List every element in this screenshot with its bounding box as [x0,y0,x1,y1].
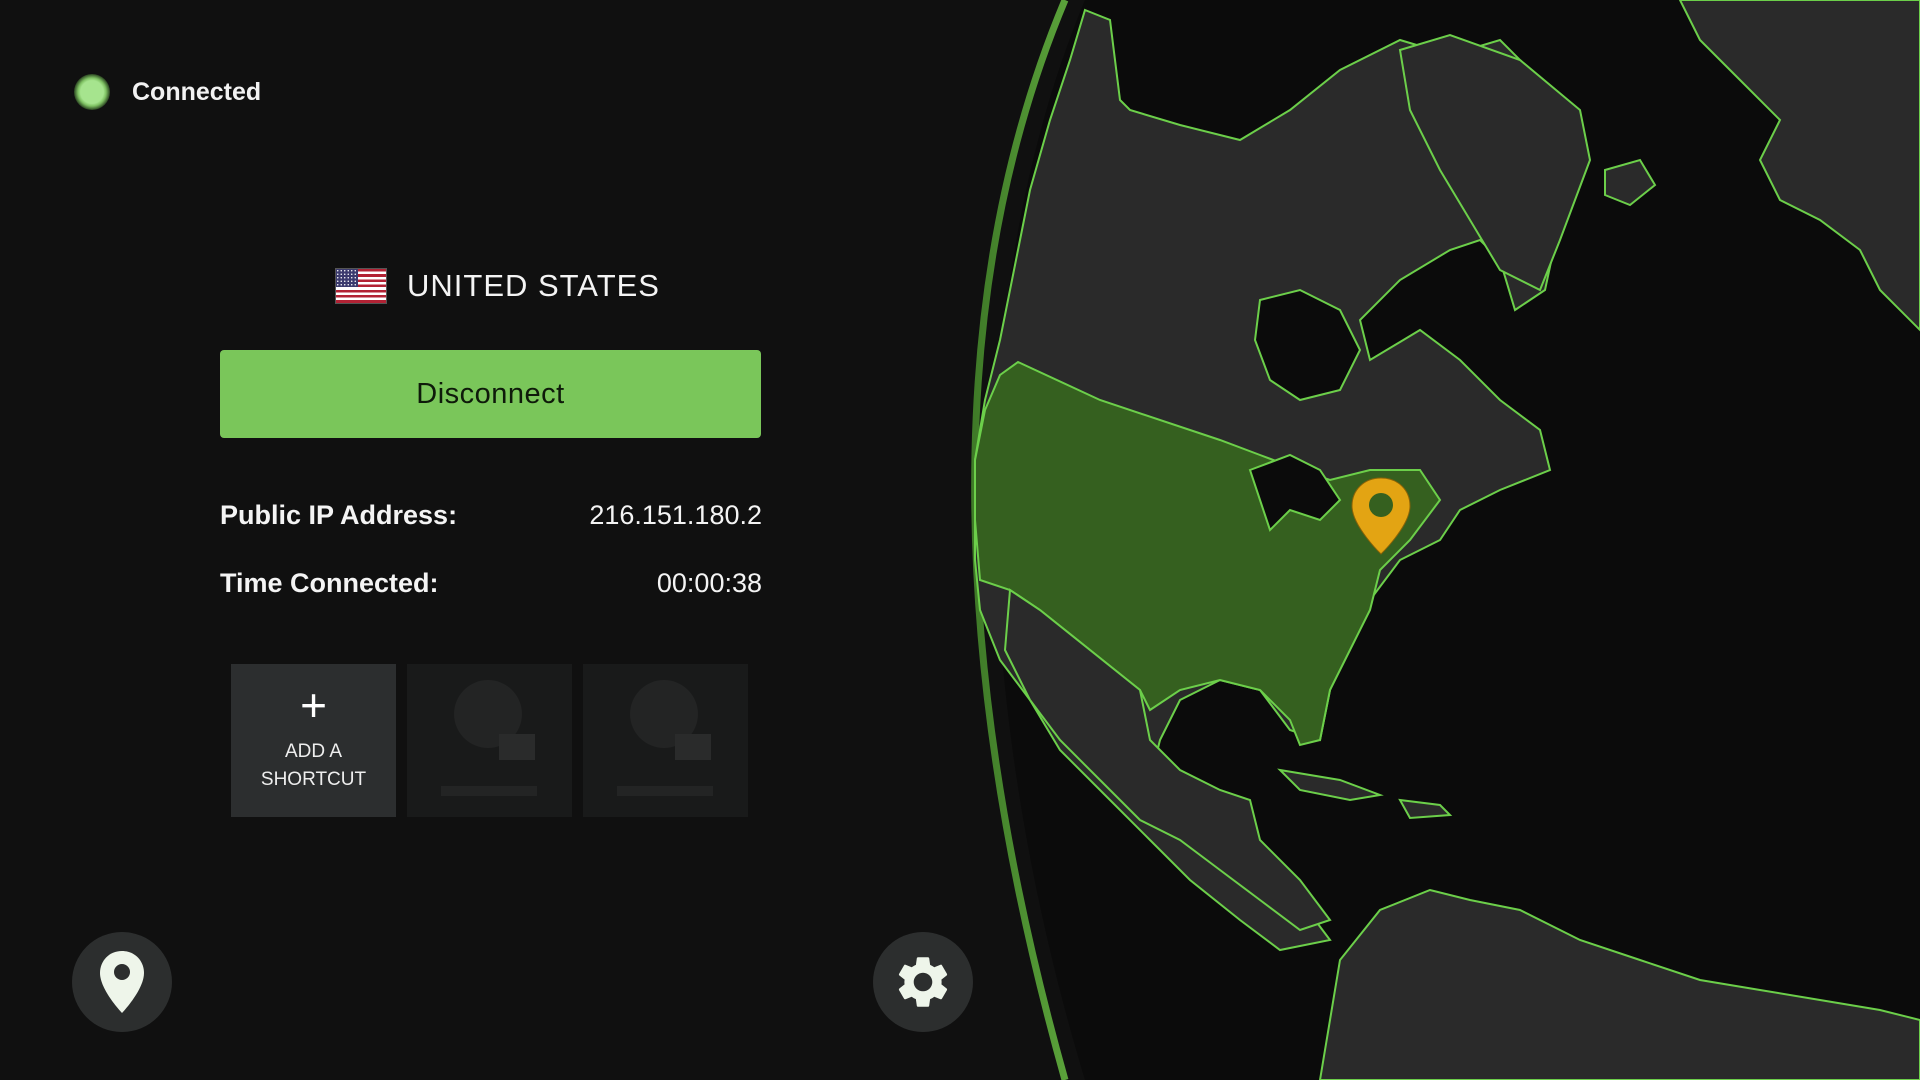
us-flag-icon [335,268,387,304]
gear-icon [898,957,948,1007]
land-europe [1678,0,1920,332]
land-hispaniola [1398,798,1453,820]
time-connected-row: Time Connected: 00:00:38 [220,568,762,599]
shortcut-placeholder [583,664,748,817]
time-connected-label: Time Connected: [220,568,439,598]
land-north-america [974,8,1587,952]
locations-button[interactable] [72,932,172,1032]
add-shortcut-label: ADD A SHORTCUT [260,741,367,790]
public-ip-row: Public IP Address: 216.151.180.2 [220,500,762,531]
status-label: Connected [132,77,262,106]
connection-status: Connected [74,74,261,110]
land-iceland [1604,158,1657,207]
settings-button[interactable] [873,932,973,1032]
land-south-america [1318,888,1920,1080]
add-shortcut-button[interactable]: + ADD A SHORTCUT [231,664,396,817]
plus-icon: + [300,679,327,731]
country-name: UNITED STATES [407,268,660,303]
selected-location: UNITED STATES [335,268,660,304]
shortcuts-row: + ADD A SHORTCUT [231,664,748,817]
land-cuba [1277,768,1384,802]
shortcut-placeholder [407,664,572,817]
status-indicator-icon [74,74,110,110]
time-connected-value: 00:00:38 [656,568,762,598]
disconnect-button[interactable]: Disconnect [220,350,761,438]
world-map [971,0,1920,1080]
location-pin-icon [100,951,144,1013]
public-ip-label: Public IP Address: [220,500,458,530]
public-ip-value: 216.151.180.2 [589,500,762,530]
